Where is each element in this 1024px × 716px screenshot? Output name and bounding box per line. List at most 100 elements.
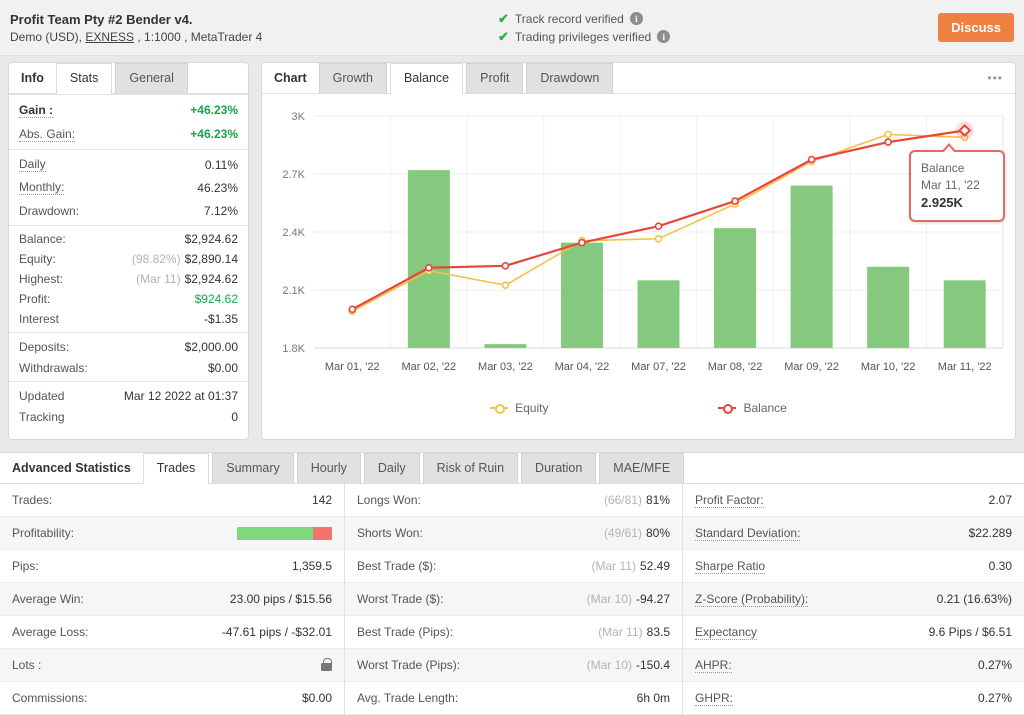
tab-balance[interactable]: Balance (390, 63, 463, 94)
longs-won-row: Longs Won: (66/81)81% (345, 484, 682, 517)
ahpr-label[interactable]: AHPR: (695, 658, 732, 673)
x-tick-label: Mar 04, '22 (555, 361, 610, 373)
worst-trade-pips-row: Worst Trade (Pips): (Mar 10)-150.4 (345, 649, 682, 682)
tab-mae-mfe[interactable]: MAE/MFE (599, 453, 684, 483)
profit-factor-label[interactable]: Profit Factor: (695, 493, 764, 508)
equity-point[interactable] (656, 236, 662, 242)
tab-summary[interactable]: Summary (212, 453, 293, 483)
balance-point[interactable] (579, 240, 585, 246)
daily-bar[interactable] (408, 170, 450, 348)
best-trade-pips-amount: 83.5 (647, 625, 670, 639)
tab-trades[interactable]: Trades (143, 453, 209, 484)
standard-deviation-label[interactable]: Standard Deviation: (695, 526, 800, 541)
best-trade-pips-label: Best Trade (Pips): (357, 625, 453, 639)
interest-row: Interest -$1.35 (9, 309, 248, 329)
balance-point[interactable] (349, 306, 355, 312)
monthly-label[interactable]: Monthly: (19, 180, 64, 195)
ghpr-value: 0.27% (978, 691, 1012, 705)
shorts-won-row: Shorts Won: (49/61)80% (345, 517, 682, 550)
trades-label: Trades: (12, 493, 52, 507)
x-tick-label: Mar 03, '22 (478, 361, 533, 373)
daily-bar[interactable] (561, 243, 603, 348)
daily-bar[interactable] (867, 267, 909, 348)
highest-label: Highest: (19, 272, 63, 286)
daily-value: 0.11% (205, 158, 238, 172)
daily-bar[interactable] (791, 186, 833, 348)
balance-point[interactable] (426, 265, 432, 271)
balance-point[interactable] (809, 157, 815, 163)
equity-value: (98.82%)$2,890.14 (132, 252, 238, 266)
average-win-row: Average Win: 23.00 pips / $15.56 (0, 583, 344, 616)
balance-point[interactable] (732, 198, 738, 204)
x-tick-label: Mar 11, '22 (938, 361, 992, 373)
profitability-win-segment (237, 527, 313, 540)
x-tick-label: Mar 02, '22 (401, 361, 456, 373)
worst-trade-pips-amount: -150.4 (636, 658, 670, 672)
tab-daily[interactable]: Daily (364, 453, 420, 483)
balance-point[interactable] (502, 263, 508, 269)
profit-value: $924.62 (195, 292, 238, 306)
balance-point[interactable] (656, 223, 662, 229)
commissions-label: Commissions: (12, 691, 87, 705)
daily-bar[interactable] (714, 228, 756, 348)
z-score-label[interactable]: Z-Score (Probability): (695, 592, 808, 607)
tab-drawdown[interactable]: Drawdown (526, 63, 613, 93)
tab-risk-of-ruin[interactable]: Risk of Ruin (423, 453, 518, 483)
tab-profit[interactable]: Profit (466, 63, 523, 93)
worst-trade-usd-date: (Mar 10) (587, 592, 632, 606)
abs-gain-label[interactable]: Abs. Gain: (19, 127, 75, 142)
deposits-group: Deposits: $2,000.00 Withdrawals: $0.00 (9, 332, 248, 381)
daily-bar[interactable] (484, 344, 526, 348)
equity-point[interactable] (885, 131, 891, 137)
tab-hourly[interactable]: Hourly (297, 453, 361, 483)
highest-amount: $2,924.62 (185, 272, 238, 286)
trading-privileges-verified: ✔ Trading privileges verified i (498, 29, 938, 45)
chart-canvas[interactable]: 1.8K2.1K2.4K2.7K3KMar 01, '22Mar 02, '22… (268, 100, 1009, 393)
gain-row: Gain : +46.23% (9, 98, 248, 122)
account-platform: , 1:1000 , MetaTrader 4 (134, 30, 262, 44)
ahpr-row: AHPR: 0.27% (683, 649, 1024, 682)
gain-label[interactable]: Gain : (19, 103, 53, 118)
daily-bar[interactable] (944, 280, 986, 348)
worst-trade-pips-date: (Mar 10) (587, 658, 632, 672)
ghpr-label[interactable]: GHPR: (695, 691, 733, 706)
expectancy-label[interactable]: Expectancy (695, 625, 757, 640)
balance-point[interactable] (885, 139, 891, 145)
sharpe-ratio-value: 0.30 (989, 559, 1012, 573)
balance-group: Balance: $2,924.62 Equity: (98.82%)$2,89… (9, 225, 248, 332)
withdrawals-value: $0.00 (208, 361, 238, 375)
balance-chart[interactable]: 1.8K2.1K2.4K2.7K3KMar 01, '22Mar 02, '22… (262, 94, 1015, 393)
stats-table: Trades: 142 Profitability: Pips: 1,359.5… (0, 484, 1024, 715)
rates-group: Daily 0.11% Monthly: 46.23% Drawdown: 7.… (9, 149, 248, 225)
daily-bar[interactable] (638, 280, 680, 348)
daily-label[interactable]: Daily (19, 157, 46, 172)
gain-value: +46.23% (190, 103, 238, 117)
pips-row: Pips: 1,359.5 (0, 550, 344, 583)
drawdown-row: Drawdown: 7.12% (9, 199, 248, 222)
tab-general[interactable]: General (115, 63, 187, 93)
broker-link[interactable]: EXNESS (85, 30, 134, 44)
info-tabs: Info Stats General (9, 63, 248, 94)
legend-balance[interactable]: Balance (718, 401, 786, 415)
y-tick-label: 2.1K (282, 285, 305, 297)
z-score-row: Z-Score (Probability): 0.21 (16.63%) (683, 583, 1024, 616)
tab-duration[interactable]: Duration (521, 453, 596, 483)
chart-menu-icon[interactable]: ••• (975, 65, 1015, 91)
withdrawals-row: Withdrawals: $0.00 (9, 357, 248, 378)
equity-point[interactable] (502, 282, 508, 288)
meta-group: Updated Mar 12 2022 at 01:37 Tracking 0 (9, 381, 248, 430)
x-tick-label: Mar 07, '22 (631, 361, 686, 373)
best-trade-usd-label: Best Trade ($): (357, 559, 436, 573)
legend-equity[interactable]: Equity (490, 401, 548, 415)
tracking-row: Tracking 0 (9, 406, 248, 427)
info-icon[interactable]: i (630, 12, 643, 25)
sharpe-ratio-label[interactable]: Sharpe Ratio (695, 559, 765, 574)
discuss-button[interactable]: Discuss (938, 13, 1014, 42)
info-icon[interactable]: i (657, 30, 670, 43)
tab-growth[interactable]: Growth (319, 63, 387, 93)
y-tick-label: 2.7K (282, 169, 305, 181)
tab-stats[interactable]: Stats (56, 63, 113, 94)
balance-marker-icon (718, 407, 736, 409)
monthly-row: Monthly: 46.23% (9, 176, 248, 199)
updated-label: Updated (19, 389, 64, 403)
